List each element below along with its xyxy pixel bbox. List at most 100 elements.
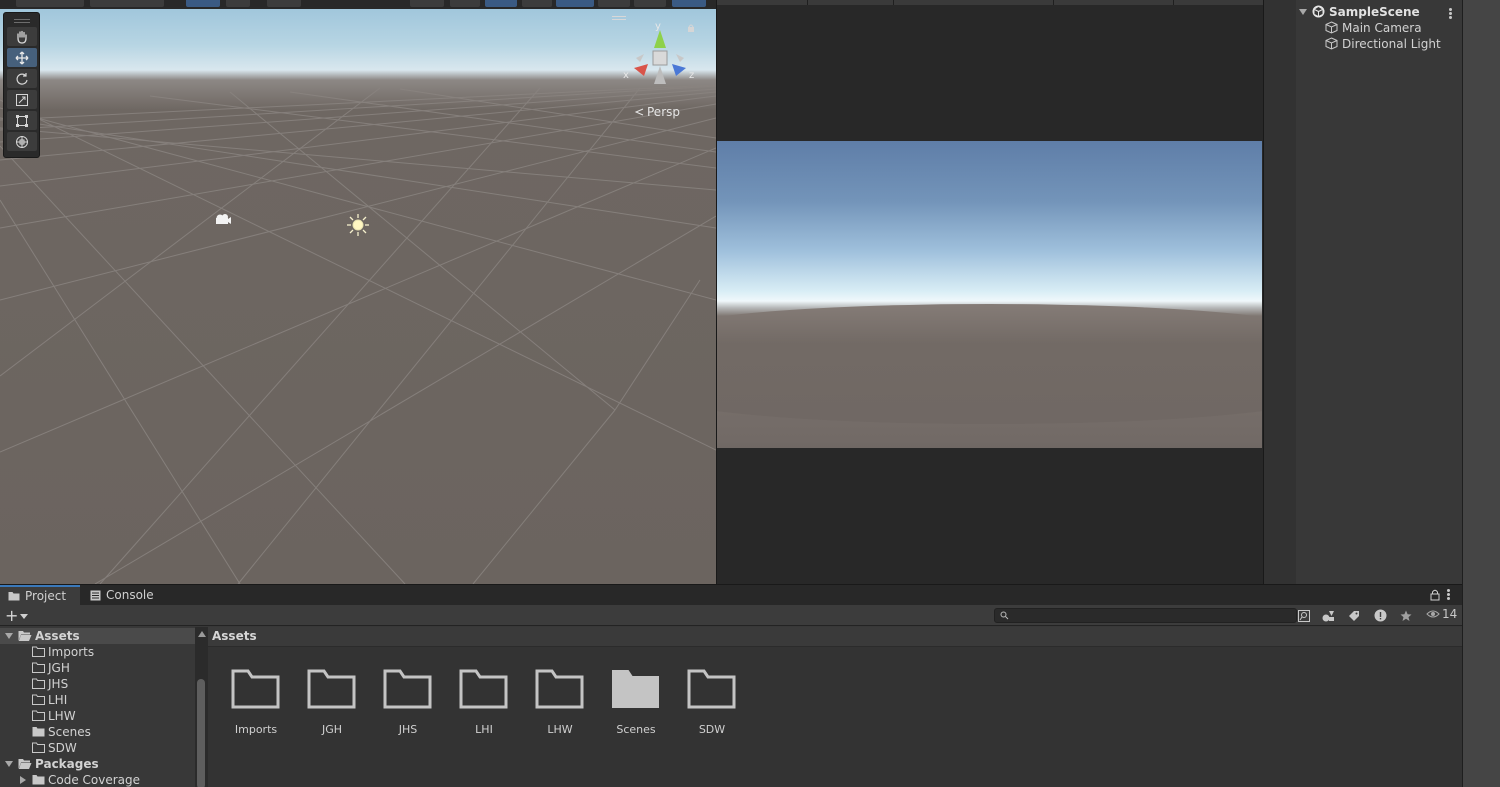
tree-item-folder[interactable]: Imports <box>0 644 195 660</box>
asset-folder[interactable]: JGH <box>297 665 363 741</box>
scene-expand-arrow-icon[interactable] <box>1299 9 1307 15</box>
folder-outline-icon <box>383 669 432 709</box>
tree-item-label: SDW <box>48 741 77 755</box>
scrollbar-thumb[interactable] <box>197 679 205 787</box>
search-options-button[interactable] <box>1296 608 1312 623</box>
move-tool-button[interactable] <box>7 48 37 67</box>
2d-toggle[interactable] <box>450 0 480 7</box>
asset-folder[interactable]: Imports <box>221 665 287 741</box>
tab-console-label: Console <box>106 588 154 602</box>
audio-toggle[interactable] <box>522 0 552 7</box>
increment-button[interactable] <box>267 0 301 7</box>
open-search-window-icon <box>1298 609 1310 622</box>
search-input[interactable] <box>994 608 1297 623</box>
tree-item-label: JHS <box>48 677 69 691</box>
asset-folder[interactable]: LHW <box>525 665 591 741</box>
rotate-tool-button[interactable] <box>7 69 37 88</box>
directional-light-icon[interactable] <box>346 213 370 237</box>
scale-tool-button[interactable] <box>7 90 37 109</box>
panel-divider <box>1462 0 1463 787</box>
transform-tool-button[interactable] <box>7 132 37 151</box>
pivot-toggle[interactable] <box>16 0 84 7</box>
breadcrumb-item[interactable]: Assets <box>212 629 257 643</box>
tree-item-assets[interactable]: Assets <box>0 628 195 644</box>
tree-scrollbar[interactable] <box>195 627 208 787</box>
tool-palette-grip[interactable] <box>7 15 36 27</box>
create-button[interactable]: + <box>5 606 33 625</box>
eye-icon <box>1426 610 1440 618</box>
tab-project-label: Project <box>25 589 67 603</box>
rotate-icon <box>16 72 28 85</box>
filter-by-label-button[interactable] <box>1346 608 1362 623</box>
hierarchy-item-directional-light[interactable]: Directional Light <box>1264 36 1462 52</box>
orientation-gizmo[interactable]: y x z <box>620 18 700 90</box>
folder-outline-icon <box>307 669 356 709</box>
expand-arrow-icon[interactable] <box>5 761 13 767</box>
breadcrumb[interactable]: Assets <box>208 627 1462 647</box>
grid-snap-button[interactable] <box>186 0 220 7</box>
folder-outline-icon <box>231 669 280 709</box>
tree-item-packages[interactable]: Packages <box>0 756 195 772</box>
scroll-up-arrow-icon[interactable] <box>198 631 206 637</box>
search-icon <box>1000 611 1009 620</box>
camera-icon[interactable] <box>214 212 232 226</box>
filter-by-issue-button[interactable] <box>1372 608 1388 623</box>
hidden-objects-button[interactable] <box>598 0 630 7</box>
rect-tool-button[interactable] <box>7 111 37 130</box>
tab-project[interactable]: Project <box>0 585 80 605</box>
hand-tool-button[interactable] <box>7 27 37 46</box>
asset-folder[interactable]: Scenes <box>601 665 667 741</box>
tree-item-folder[interactable]: SDW <box>0 740 195 756</box>
expand-arrow-icon[interactable] <box>5 633 13 639</box>
panel-more-icon[interactable] <box>1447 589 1450 601</box>
warning-circle-icon <box>1374 609 1386 622</box>
camera-settings-button[interactable] <box>634 0 666 7</box>
gizmo-x-label: x <box>623 70 629 81</box>
asset-folder[interactable]: SDW <box>677 665 743 741</box>
hierarchy-scene-row[interactable]: SampleScene <box>1264 4 1462 20</box>
star-icon <box>1400 610 1412 621</box>
projection-toggle[interactable]: Persp <box>634 105 680 119</box>
tab-console[interactable]: Console <box>82 585 162 605</box>
gizmos-toggle[interactable] <box>672 0 706 7</box>
asset-folder[interactable]: LHI <box>449 665 515 741</box>
draw-mode-button[interactable] <box>410 0 444 7</box>
hierarchy-gutter <box>1264 0 1296 584</box>
scale-icon <box>16 93 28 106</box>
hierarchy-item-label: Directional Light <box>1342 37 1441 51</box>
collapse-arrow-icon[interactable] <box>20 776 26 784</box>
tree-item-label: Scenes <box>48 725 91 739</box>
effects-toggle[interactable] <box>556 0 594 7</box>
hierarchy-panel: SampleScene Main Camera Directional Ligh… <box>1264 0 1462 584</box>
folder-outline-icon <box>32 662 45 673</box>
tree-item-folder[interactable]: JHS <box>0 676 195 692</box>
tree-item-package[interactable]: Code Coverage <box>0 772 195 787</box>
asset-label: Imports <box>234 723 278 736</box>
favorites-button[interactable] <box>1398 608 1414 623</box>
gizmo-lock-icon[interactable] <box>688 27 694 32</box>
tree-item-folder[interactable]: JGH <box>0 660 195 676</box>
scene-view[interactable]: y x z Persp <box>0 0 716 584</box>
lighting-toggle[interactable] <box>485 0 517 7</box>
folder-filled-icon <box>612 670 659 708</box>
game-view[interactable] <box>717 0 1263 584</box>
filter-by-type-button[interactable] <box>1320 608 1336 623</box>
tree-item-folder[interactable]: Scenes <box>0 724 195 740</box>
hierarchy-item-main-camera[interactable]: Main Camera <box>1264 20 1462 36</box>
global-toggle[interactable] <box>90 0 164 7</box>
lock-icon[interactable] <box>1430 589 1440 601</box>
hidden-count-label: 14 <box>1442 607 1458 621</box>
tree-item-folder[interactable]: LHW <box>0 708 195 724</box>
project-toolbar: + 14 <box>0 605 1462 626</box>
snap-settings-button[interactable] <box>226 0 250 7</box>
scene-toolbar-strip <box>0 0 716 9</box>
tree-item-folder[interactable]: LHI <box>0 692 195 708</box>
game-ground <box>717 304 1262 424</box>
folder-filled-icon <box>32 727 45 737</box>
asset-folder[interactable]: JHS <box>373 665 439 741</box>
folder-outline-icon <box>32 678 45 689</box>
chevron-down-icon <box>20 613 29 619</box>
game-toolbar-strip <box>717 0 1263 5</box>
scene-more-icon[interactable] <box>1449 8 1452 20</box>
hidden-packages-toggle[interactable]: 14 <box>1426 607 1457 621</box>
